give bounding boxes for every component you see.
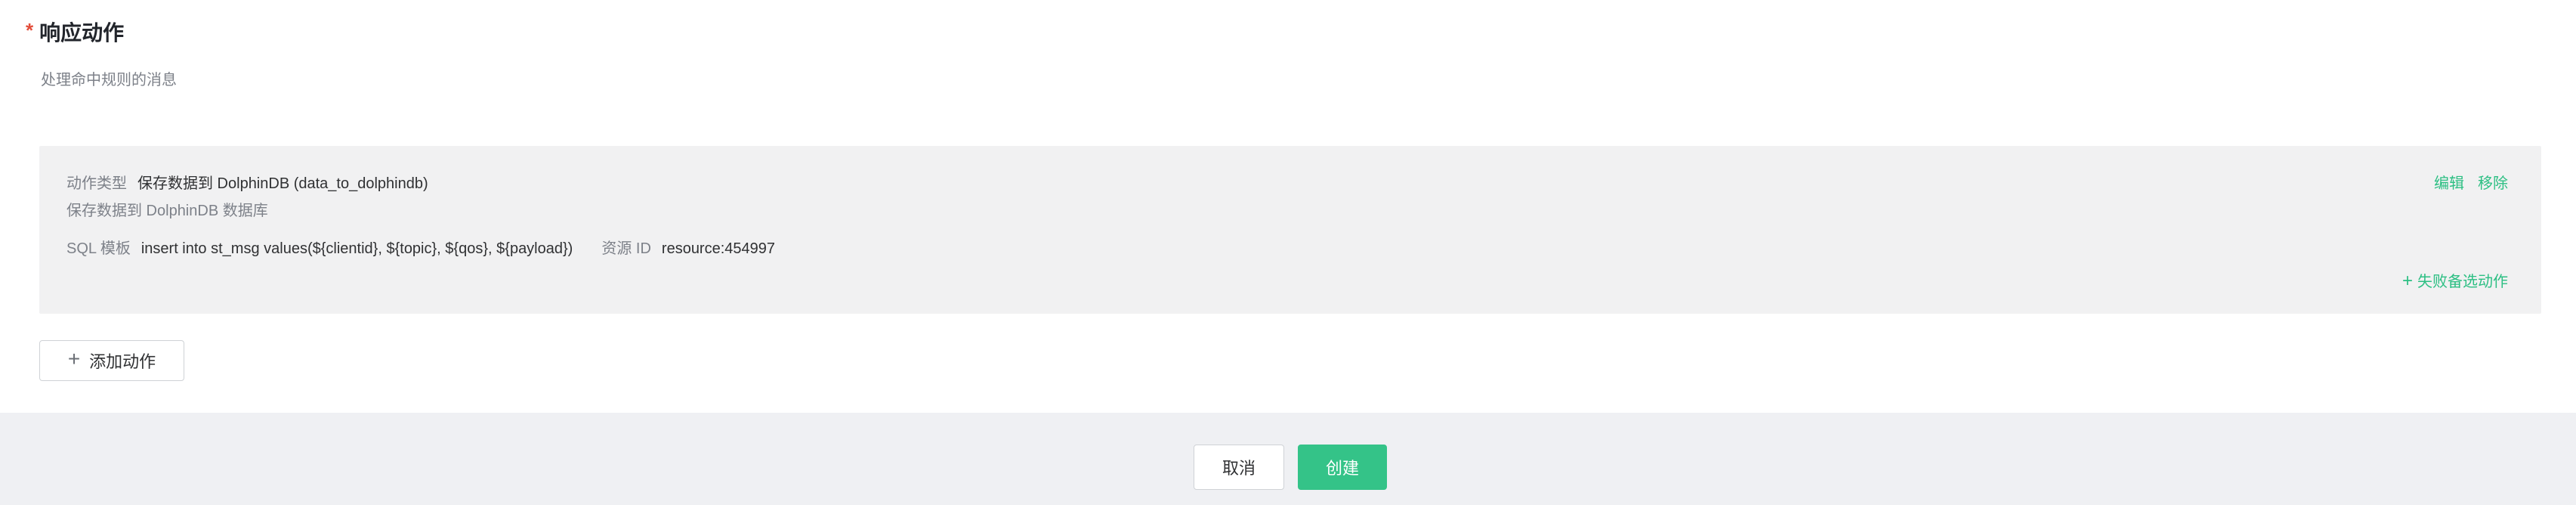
action-params-row: SQL 模板 insert into st_msg values(${clien… xyxy=(66,241,775,256)
add-fallback-action-link[interactable]: + 失败备选动作 xyxy=(2401,271,2508,291)
resource-id-label: 资源 ID xyxy=(601,240,651,257)
sql-template-value: insert into st_msg values(${clientid}, $… xyxy=(141,240,573,257)
section-header: * 响应动作 xyxy=(26,19,125,45)
remove-action-link[interactable]: 移除 xyxy=(2478,176,2508,191)
rule-action-page: * 响应动作 处理命中规则的消息 动作类型 保存数据到 DolphinDB (d… xyxy=(0,0,2576,505)
footer-bar: 取消 创建 xyxy=(0,413,2576,505)
create-button[interactable]: 创建 xyxy=(1298,445,1387,490)
cancel-button[interactable]: 取消 xyxy=(1194,445,1284,490)
plus-icon: + xyxy=(67,347,81,370)
section-title: 响应动作 xyxy=(39,21,125,45)
action-type-label: 动作类型 xyxy=(66,175,127,192)
card-actions: 编辑 移除 xyxy=(2434,176,2508,191)
resource-id-value: resource:454997 xyxy=(661,240,776,257)
plus-icon: + xyxy=(2401,271,2413,291)
sql-template-label: SQL 模板 xyxy=(66,240,131,257)
fallback-action-label: 失败备选动作 xyxy=(2417,274,2508,290)
add-action-label: 添加动作 xyxy=(89,352,156,371)
action-type-value: 保存数据到 DolphinDB (data_to_dolphindb) xyxy=(137,175,428,192)
action-description-row: 保存数据到 DolphinDB 数据库 xyxy=(66,203,268,218)
required-mark: * xyxy=(26,19,34,42)
edit-action-link[interactable]: 编辑 xyxy=(2434,176,2464,191)
action-type-row: 动作类型 保存数据到 DolphinDB (data_to_dolphindb) xyxy=(66,176,428,191)
action-description: 保存数据到 DolphinDB 数据库 xyxy=(66,203,268,219)
add-action-button[interactable]: + 添加动作 xyxy=(39,340,184,381)
action-card: 动作类型 保存数据到 DolphinDB (data_to_dolphindb)… xyxy=(39,146,2541,314)
section-description: 处理命中规则的消息 xyxy=(41,72,177,88)
